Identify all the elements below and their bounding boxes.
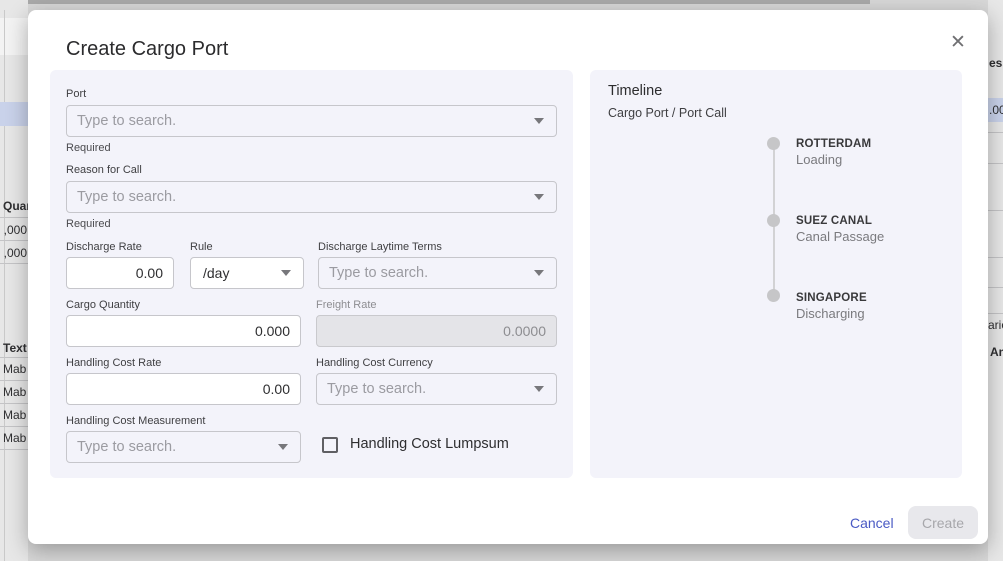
- handling-cost-currency-combobox[interactable]: Type to search.: [316, 373, 557, 405]
- background-col-header: ess: [989, 56, 1003, 70]
- background-cell-value: Mab: [3, 431, 26, 445]
- discharge-laytime-terms-combobox[interactable]: Type to search.: [318, 257, 557, 289]
- handling-cost-lumpsum-checkbox[interactable]: [322, 437, 338, 453]
- reason-for-call-combobox[interactable]: Type to search.: [66, 181, 557, 213]
- create-button[interactable]: Create: [908, 506, 978, 539]
- handling-cost-rate-label: Handling Cost Rate: [66, 357, 161, 369]
- reason-for-call-label: Reason for Call: [66, 164, 142, 176]
- cargo-port-form-panel: Port Type to search. Required Reason for…: [50, 70, 573, 478]
- background-cell-value: ,000: [4, 223, 27, 237]
- timeline-stop: SUEZ CANAL Canal Passage: [796, 215, 884, 244]
- background-cell-value: .00: [989, 103, 1003, 117]
- background-row-divider: [0, 240, 28, 241]
- rule-value: /day: [191, 265, 281, 281]
- timeline-stop-port: ROTTERDAM: [796, 138, 871, 150]
- background-row-divider: [988, 257, 1003, 258]
- background-col-header-quantity: Quan: [3, 199, 28, 213]
- background-column-divider: [4, 10, 5, 561]
- timeline-dot: [767, 137, 780, 150]
- handling-cost-measurement-combobox[interactable]: Type to search.: [66, 431, 301, 463]
- port-combobox[interactable]: Type to search.: [66, 105, 557, 137]
- background-row-divider: [0, 449, 28, 450]
- background-selected-row: [0, 102, 28, 126]
- background-row-divider: [988, 313, 1003, 314]
- background-table-left-edge: Quan ,000 ,000 Text Mab Mab Mab Mab: [0, 0, 28, 561]
- close-icon[interactable]: ✕: [944, 28, 972, 56]
- background-cell-value: ,000: [4, 246, 27, 260]
- handling-measurement-placeholder: Type to search.: [67, 439, 278, 455]
- timeline-dot: [767, 214, 780, 227]
- background-horizontal-scrollbar: [8, 0, 870, 4]
- background-cell-value: ario: [988, 318, 1003, 332]
- background-row-divider: [0, 426, 28, 427]
- background-cell-value: Mab: [3, 362, 26, 376]
- freight-rate-label: Freight Rate: [316, 299, 377, 311]
- timeline-panel: Timeline Cargo Port / Port Call ROTTERDA…: [590, 70, 962, 478]
- handling-cost-rate-field: [66, 373, 301, 405]
- reason-required-hint: Required: [66, 218, 111, 230]
- rule-select[interactable]: /day: [190, 257, 304, 289]
- timeline-title: Timeline: [608, 83, 662, 99]
- background-row-divider: [0, 403, 28, 404]
- discharge-laytime-terms-label: Discharge Laytime Terms: [318, 241, 442, 253]
- timeline-stop-port: SINGAPORE: [796, 292, 867, 304]
- port-placeholder: Type to search.: [67, 113, 534, 129]
- handling-cost-currency-label: Handling Cost Currency: [316, 357, 433, 369]
- handling-cost-rate-input[interactable]: [67, 374, 300, 404]
- close-glyph: ✕: [950, 33, 966, 52]
- background-col-header-amount: Am: [990, 345, 1003, 359]
- chevron-down-icon: [534, 386, 544, 392]
- rule-label: Rule: [190, 241, 213, 253]
- timeline-dot: [767, 289, 780, 302]
- background-row-divider: [988, 287, 1003, 288]
- chevron-down-icon: [534, 118, 544, 124]
- background-row-divider: [0, 263, 28, 264]
- background-col-header-text: Text: [3, 341, 27, 355]
- chevron-down-icon: [534, 270, 544, 276]
- timeline-stop-port: SUEZ CANAL: [796, 215, 884, 227]
- chevron-down-icon: [534, 194, 544, 200]
- create-cargo-port-dialog: Create Cargo Port ✕ Port Type to search.…: [28, 10, 988, 544]
- chevron-down-icon: [278, 444, 288, 450]
- background-row-divider: [988, 163, 1003, 164]
- freight-rate-input: [317, 316, 556, 346]
- cargo-quantity-input[interactable]: [67, 316, 300, 346]
- dialog-title: Create Cargo Port: [66, 38, 228, 61]
- port-label: Port: [66, 88, 86, 100]
- background-row-divider: [988, 210, 1003, 211]
- freight-rate-field: [316, 315, 557, 347]
- reason-placeholder: Type to search.: [67, 189, 534, 205]
- chevron-down-icon: [281, 270, 291, 276]
- handling-cost-lumpsum-label: Handling Cost Lumpsum: [350, 436, 509, 452]
- handling-cost-measurement-label: Handling Cost Measurement: [66, 415, 205, 427]
- timeline-stop: SINGAPORE Discharging: [796, 292, 867, 321]
- timeline-stop: ROTTERDAM Loading: [796, 138, 871, 167]
- laytime-placeholder: Type to search.: [319, 265, 534, 281]
- timeline-subtitle: Cargo Port / Port Call: [608, 106, 727, 120]
- cargo-quantity-field: [66, 315, 301, 347]
- background-row-divider: [988, 132, 1003, 133]
- cancel-button[interactable]: Cancel: [850, 515, 894, 531]
- discharge-rate-input[interactable]: [67, 258, 173, 288]
- discharge-rate-field: [66, 257, 174, 289]
- background-row-divider: [0, 217, 28, 218]
- timeline-stop-activity: Loading: [796, 152, 871, 167]
- port-required-hint: Required: [66, 142, 111, 154]
- background-row-divider: [0, 380, 28, 381]
- cargo-quantity-label: Cargo Quantity: [66, 299, 140, 311]
- background-table-right-edge: ess .00 ario Am: [988, 0, 1003, 561]
- timeline-stop-activity: Canal Passage: [796, 229, 884, 244]
- discharge-rate-label: Discharge Rate: [66, 241, 142, 253]
- timeline-stop-activity: Discharging: [796, 306, 867, 321]
- background-cell-value: Mab: [3, 408, 26, 422]
- background-row-divider: [0, 357, 28, 358]
- handling-currency-placeholder: Type to search.: [317, 381, 534, 397]
- background-cell-value: Mab: [3, 385, 26, 399]
